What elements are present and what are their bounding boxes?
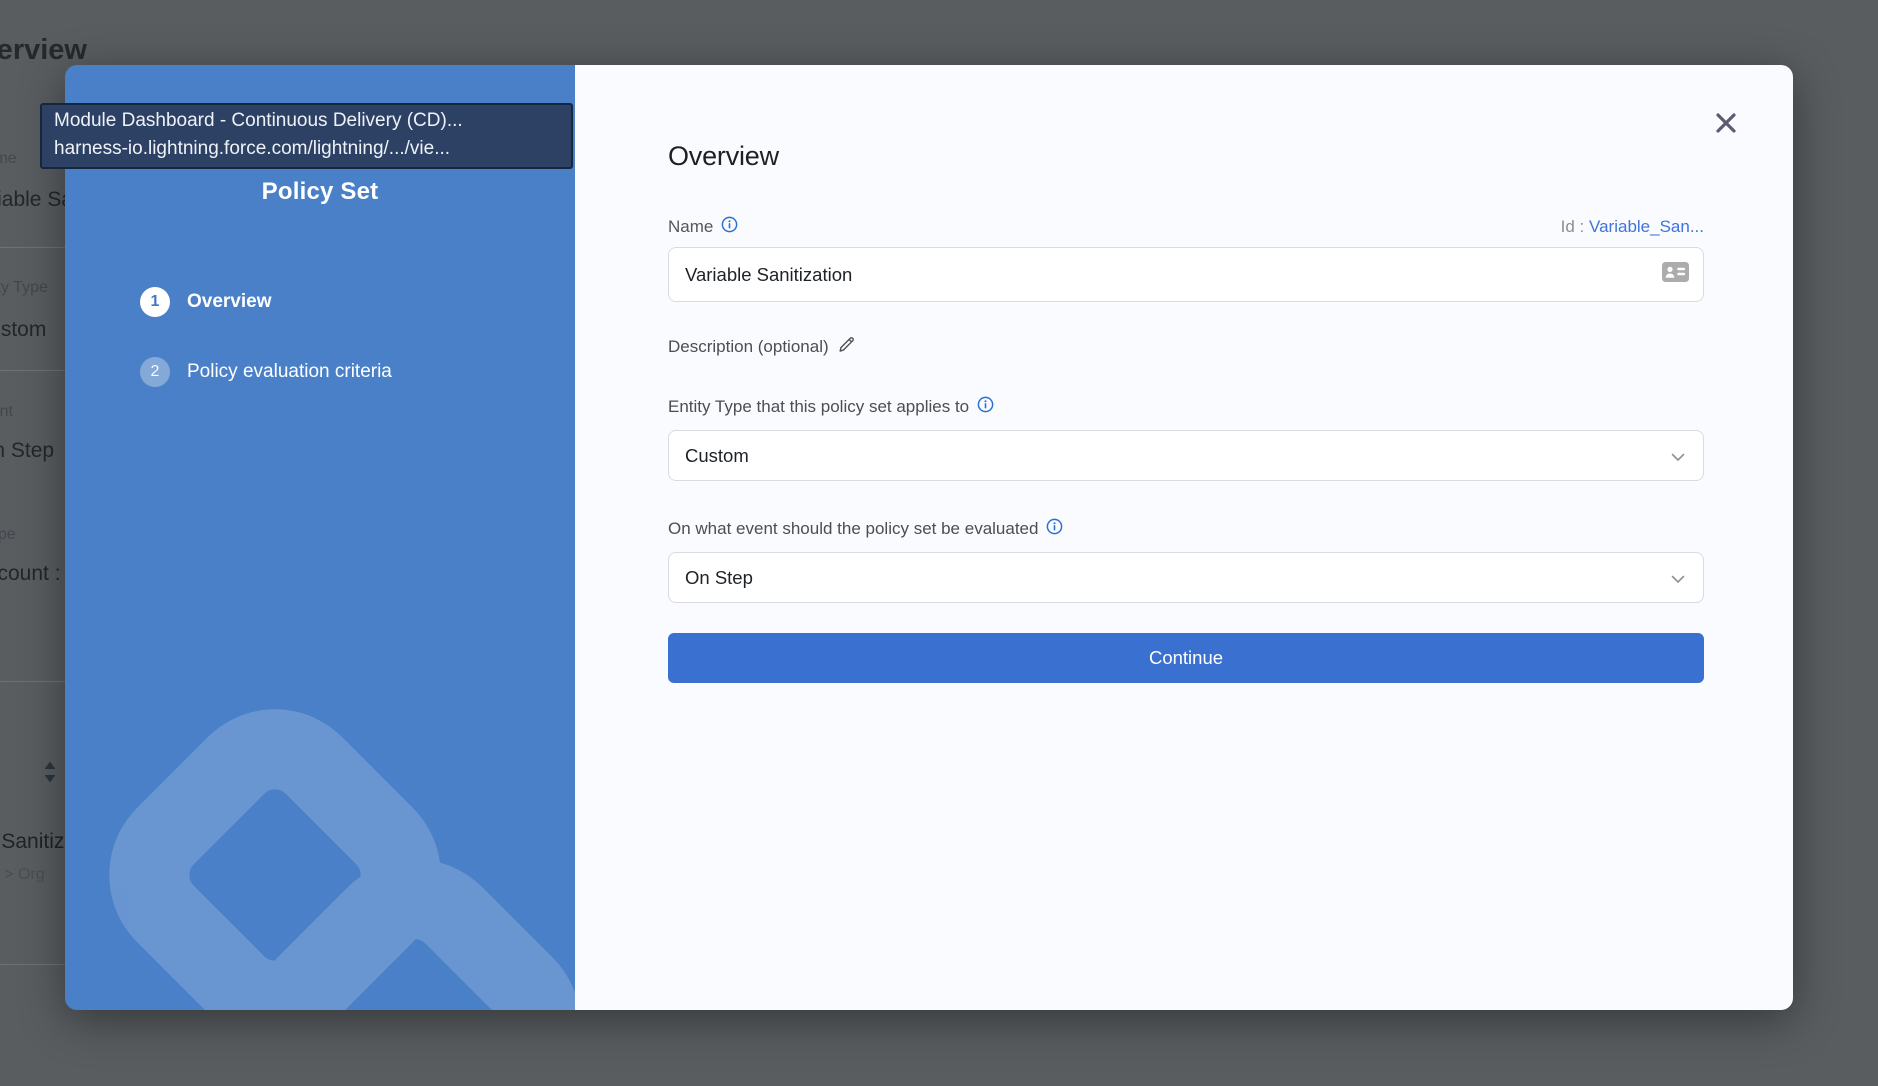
event-value: On Step <box>685 567 753 589</box>
close-button[interactable] <box>1713 110 1739 136</box>
id-card-icon[interactable] <box>1662 262 1689 287</box>
bg-event-value: On Step <box>0 439 54 463</box>
sort-icon <box>44 761 56 788</box>
step-label: Policy evaluation criteria <box>187 361 392 383</box>
entity-type-label: Entity Type that this policy set applies… <box>668 396 1704 418</box>
chevron-down-icon <box>1671 567 1685 589</box>
bg-entity-value: Custom <box>0 318 46 342</box>
bg-entity-label: Entity Type <box>0 279 48 297</box>
step-number-badge: 2 <box>140 357 170 387</box>
name-input-value: Variable Sanitization <box>685 264 852 286</box>
info-icon[interactable] <box>721 216 738 238</box>
bg-type-label: Type <box>0 526 16 544</box>
bg-event-label: Event <box>0 403 13 421</box>
bg-name-label: Name <box>0 150 17 168</box>
entity-type-select[interactable]: Custom <box>668 430 1704 481</box>
wizard-sidebar: Policy Set 1 Overview 2 Policy evaluatio… <box>65 65 575 1010</box>
event-select[interactable]: On Step <box>668 552 1704 603</box>
bg-account-value: Account : <box>0 562 61 586</box>
policy-set-modal: Policy Set 1 Overview 2 Policy evaluatio… <box>65 65 1793 1010</box>
event-label: On what event should the policy set be e… <box>668 518 1704 540</box>
entity-id-link[interactable]: Variable_San... <box>1589 217 1704 236</box>
info-icon[interactable] <box>1046 518 1063 540</box>
continue-button[interactable]: Continue <box>668 633 1704 683</box>
description-label: Description (optional) <box>668 335 1704 359</box>
wizard-step-overview[interactable]: 1 Overview <box>140 287 272 317</box>
entity-id: Id : Variable_San... <box>1561 217 1704 237</box>
page-title: Overview <box>668 65 1704 172</box>
link-preview-tooltip: Module Dashboard - Continuous Delivery (… <box>40 103 573 169</box>
bg-table-row-breadcrumb: Project > Org <box>0 866 45 884</box>
entity-type-value: Custom <box>685 445 749 467</box>
modal-title: Policy Set <box>65 178 575 206</box>
bg-divider <box>0 247 66 248</box>
tooltip-url: harness-io.lightning.force.com/lightning… <box>54 135 561 163</box>
bg-divider <box>0 370 66 371</box>
bg-divider <box>0 964 66 965</box>
bg-divider <box>0 681 66 682</box>
pencil-icon[interactable] <box>837 335 856 359</box>
modal-content: Overview Name Id : Variable_San... <box>575 65 1793 1010</box>
tooltip-title: Module Dashboard - Continuous Delivery (… <box>54 107 561 135</box>
name-input[interactable]: Variable Sanitization <box>668 247 1704 302</box>
name-label: Name <box>668 216 738 238</box>
info-icon[interactable] <box>977 396 994 418</box>
screenshot-root: Overview Name Variable Sanitization Enti… <box>0 0 1878 1086</box>
wizard-step-policy-evaluation-criteria[interactable]: 2 Policy evaluation criteria <box>140 357 392 387</box>
close-icon <box>1713 124 1739 139</box>
harness-logo-watermark <box>65 65 575 1010</box>
step-number-badge: 1 <box>140 287 170 317</box>
step-label: Overview <box>187 291 272 313</box>
chevron-down-icon <box>1671 445 1685 467</box>
bg-page-title: Overview <box>0 34 87 67</box>
